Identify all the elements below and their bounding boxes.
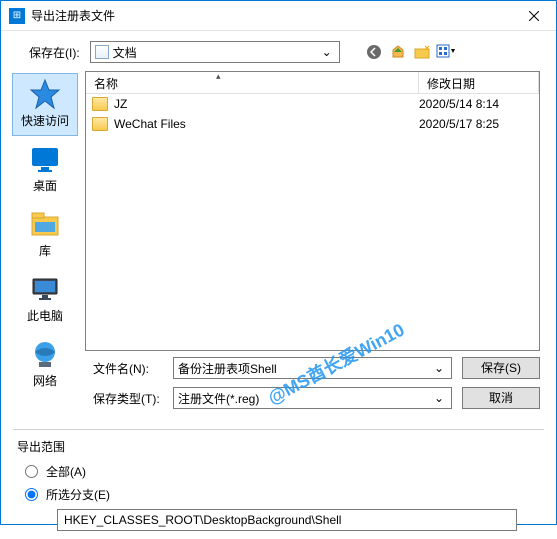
file-name: WeChat Files: [114, 117, 419, 131]
places-bar: 快速访问 桌面 库 此电脑 网络: [9, 71, 81, 351]
filename-input[interactable]: [178, 361, 431, 375]
place-label: 库: [39, 242, 51, 259]
file-date: 2020/5/14 8:14: [419, 97, 533, 111]
radio-branch-input[interactable]: [25, 488, 38, 501]
file-name: JZ: [114, 97, 419, 111]
place-network[interactable]: 网络: [12, 333, 78, 396]
app-icon: ⊞: [9, 8, 25, 24]
back-button[interactable]: [364, 42, 384, 62]
filename-combo[interactable]: ⌄: [173, 357, 452, 379]
column-name[interactable]: 名称: [86, 72, 419, 93]
view-menu-button[interactable]: [436, 42, 456, 62]
export-range-group: 导出范围 全部(A) 所选分支(E): [1, 430, 556, 539]
file-date: 2020/5/17 8:25: [419, 117, 533, 131]
close-icon: [529, 11, 539, 21]
star-icon: [29, 78, 61, 110]
close-button[interactable]: [511, 1, 556, 31]
list-item[interactable]: JZ 2020/5/14 8:14: [86, 94, 539, 114]
desktop-icon: [29, 143, 61, 175]
place-label: 桌面: [33, 177, 57, 194]
radio-branch[interactable]: 所选分支(E): [25, 486, 540, 503]
folder-icon: [92, 117, 108, 131]
radio-branch-label: 所选分支(E): [46, 486, 110, 503]
up-button[interactable]: [388, 42, 408, 62]
radio-all[interactable]: 全部(A): [25, 463, 540, 480]
mid-section: 快速访问 桌面 库 此电脑 网络 名称 ▴ 修改日期 JZ 2020/5/14 …: [1, 71, 556, 351]
place-library[interactable]: 库: [12, 203, 78, 266]
place-desktop[interactable]: 桌面: [12, 138, 78, 201]
place-label: 网络: [33, 372, 57, 389]
chevron-down-icon: ⌄: [431, 361, 447, 375]
filetype-combo[interactable]: 注册文件(*.reg) ⌄: [173, 387, 452, 409]
file-list-header: 名称 ▴ 修改日期: [86, 72, 539, 94]
save-in-label: 保存在(I):: [29, 44, 80, 61]
folder-icon: [95, 45, 109, 59]
chevron-down-icon: ⌄: [431, 391, 447, 405]
place-this-pc[interactable]: 此电脑: [12, 268, 78, 331]
radio-all-label: 全部(A): [46, 463, 86, 480]
export-range-label: 导出范围: [17, 438, 540, 455]
folder-icon: [92, 97, 108, 111]
new-folder-button[interactable]: [412, 42, 432, 62]
save-button[interactable]: 保存(S): [462, 357, 540, 379]
cancel-button[interactable]: 取消: [462, 387, 540, 409]
column-date[interactable]: 修改日期: [419, 72, 539, 93]
save-in-value: 文档: [113, 44, 319, 61]
bottom-fields: 文件名(N): ⌄ 保存(S) 保存类型(T): 注册文件(*.reg) ⌄ 取…: [1, 351, 556, 427]
list-item[interactable]: WeChat Files 2020/5/17 8:25: [86, 114, 539, 134]
toolbar-icons: [364, 42, 456, 62]
sort-indicator-icon: ▴: [216, 71, 221, 82]
titlebar: ⊞ 导出注册表文件: [1, 1, 556, 31]
chevron-down-icon: ⌄: [319, 45, 335, 59]
place-quick-access[interactable]: 快速访问: [12, 73, 78, 136]
filename-label: 文件名(N):: [93, 360, 163, 377]
library-icon: [29, 208, 61, 240]
pc-icon: [29, 273, 61, 305]
filetype-value: 注册文件(*.reg): [178, 390, 431, 407]
network-icon: [29, 338, 61, 370]
save-in-row: 保存在(I): 文档 ⌄: [1, 31, 556, 71]
window-title: 导出注册表文件: [31, 7, 511, 24]
branch-path-box: [57, 509, 540, 531]
save-in-combo[interactable]: 文档 ⌄: [90, 41, 340, 63]
place-label: 快速访问: [21, 112, 69, 129]
file-list: 名称 ▴ 修改日期 JZ 2020/5/14 8:14 WeChat Files…: [85, 71, 540, 351]
radio-all-input[interactable]: [25, 465, 38, 478]
place-label: 此电脑: [27, 307, 63, 324]
branch-path-input[interactable]: [57, 509, 517, 531]
filetype-label: 保存类型(T):: [93, 390, 163, 407]
